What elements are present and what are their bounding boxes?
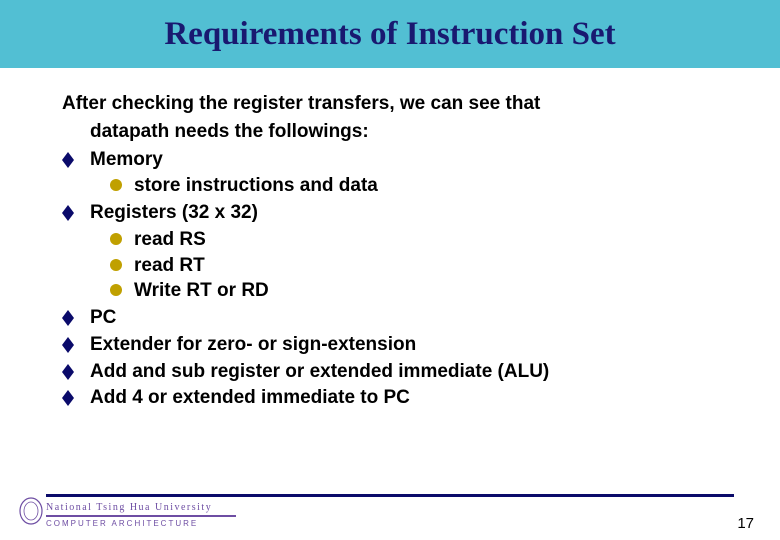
disc-bullet-icon bbox=[110, 233, 122, 245]
item-registers: Registers (32 x 32) bbox=[90, 201, 258, 225]
list-subitem: Write RT or RD bbox=[110, 279, 724, 303]
diamond-bullet-icon bbox=[62, 390, 80, 406]
university-name: National Tsing Hua University bbox=[46, 502, 236, 513]
slide-footer: National Tsing Hua University COMPUTER A… bbox=[0, 494, 780, 540]
disc-bullet-icon bbox=[110, 179, 122, 191]
diamond-bullet-icon bbox=[62, 310, 80, 326]
list-item: Registers (32 x 32) bbox=[62, 201, 724, 225]
diamond-bullet-icon bbox=[62, 152, 80, 168]
slide-content: After checking the register transfers, w… bbox=[0, 68, 780, 410]
diamond-bullet-icon bbox=[62, 205, 80, 221]
list-subitem: store instructions and data bbox=[110, 174, 724, 198]
list-item: PC bbox=[62, 306, 724, 330]
subitem-registers-b: read RT bbox=[134, 254, 205, 278]
item-memory: Memory bbox=[90, 148, 163, 172]
list-item: Memory bbox=[62, 148, 724, 172]
item-adder: Add 4 or extended immediate to PC bbox=[90, 386, 410, 410]
disc-bullet-icon bbox=[110, 284, 122, 296]
list-subitem: read RS bbox=[110, 228, 724, 252]
subitem-registers-c: Write RT or RD bbox=[134, 279, 269, 303]
list-item: Extender for zero- or sign-extension bbox=[62, 333, 724, 357]
diamond-bullet-icon bbox=[62, 364, 80, 380]
item-alu: Add and sub register or extended immedia… bbox=[90, 360, 549, 384]
footer-divider bbox=[46, 494, 734, 497]
diamond-bullet-icon bbox=[62, 337, 80, 353]
intro-line-1: After checking the register transfers, w… bbox=[62, 92, 724, 116]
slide-title: Requirements of Instruction Set bbox=[164, 16, 615, 53]
footer-logo-block: National Tsing Hua University COMPUTER A… bbox=[46, 502, 236, 528]
disc-bullet-icon bbox=[110, 259, 122, 271]
footer-underline bbox=[46, 515, 236, 517]
list-item: Add and sub register or extended immedia… bbox=[62, 360, 724, 384]
page-number: 17 bbox=[737, 515, 754, 532]
list-subitem: read RT bbox=[110, 254, 724, 278]
item-pc: PC bbox=[90, 306, 116, 330]
item-extender: Extender for zero- or sign-extension bbox=[90, 333, 416, 357]
title-bar: Requirements of Instruction Set bbox=[0, 0, 780, 68]
subitem-registers-a: read RS bbox=[134, 228, 206, 252]
university-emblem-icon bbox=[18, 496, 44, 526]
department-name: COMPUTER ARCHITECTURE bbox=[46, 519, 236, 528]
list-item: Add 4 or extended immediate to PC bbox=[62, 386, 724, 410]
subitem-memory-a: store instructions and data bbox=[134, 174, 378, 198]
intro-line-2: datapath needs the followings: bbox=[90, 120, 724, 144]
